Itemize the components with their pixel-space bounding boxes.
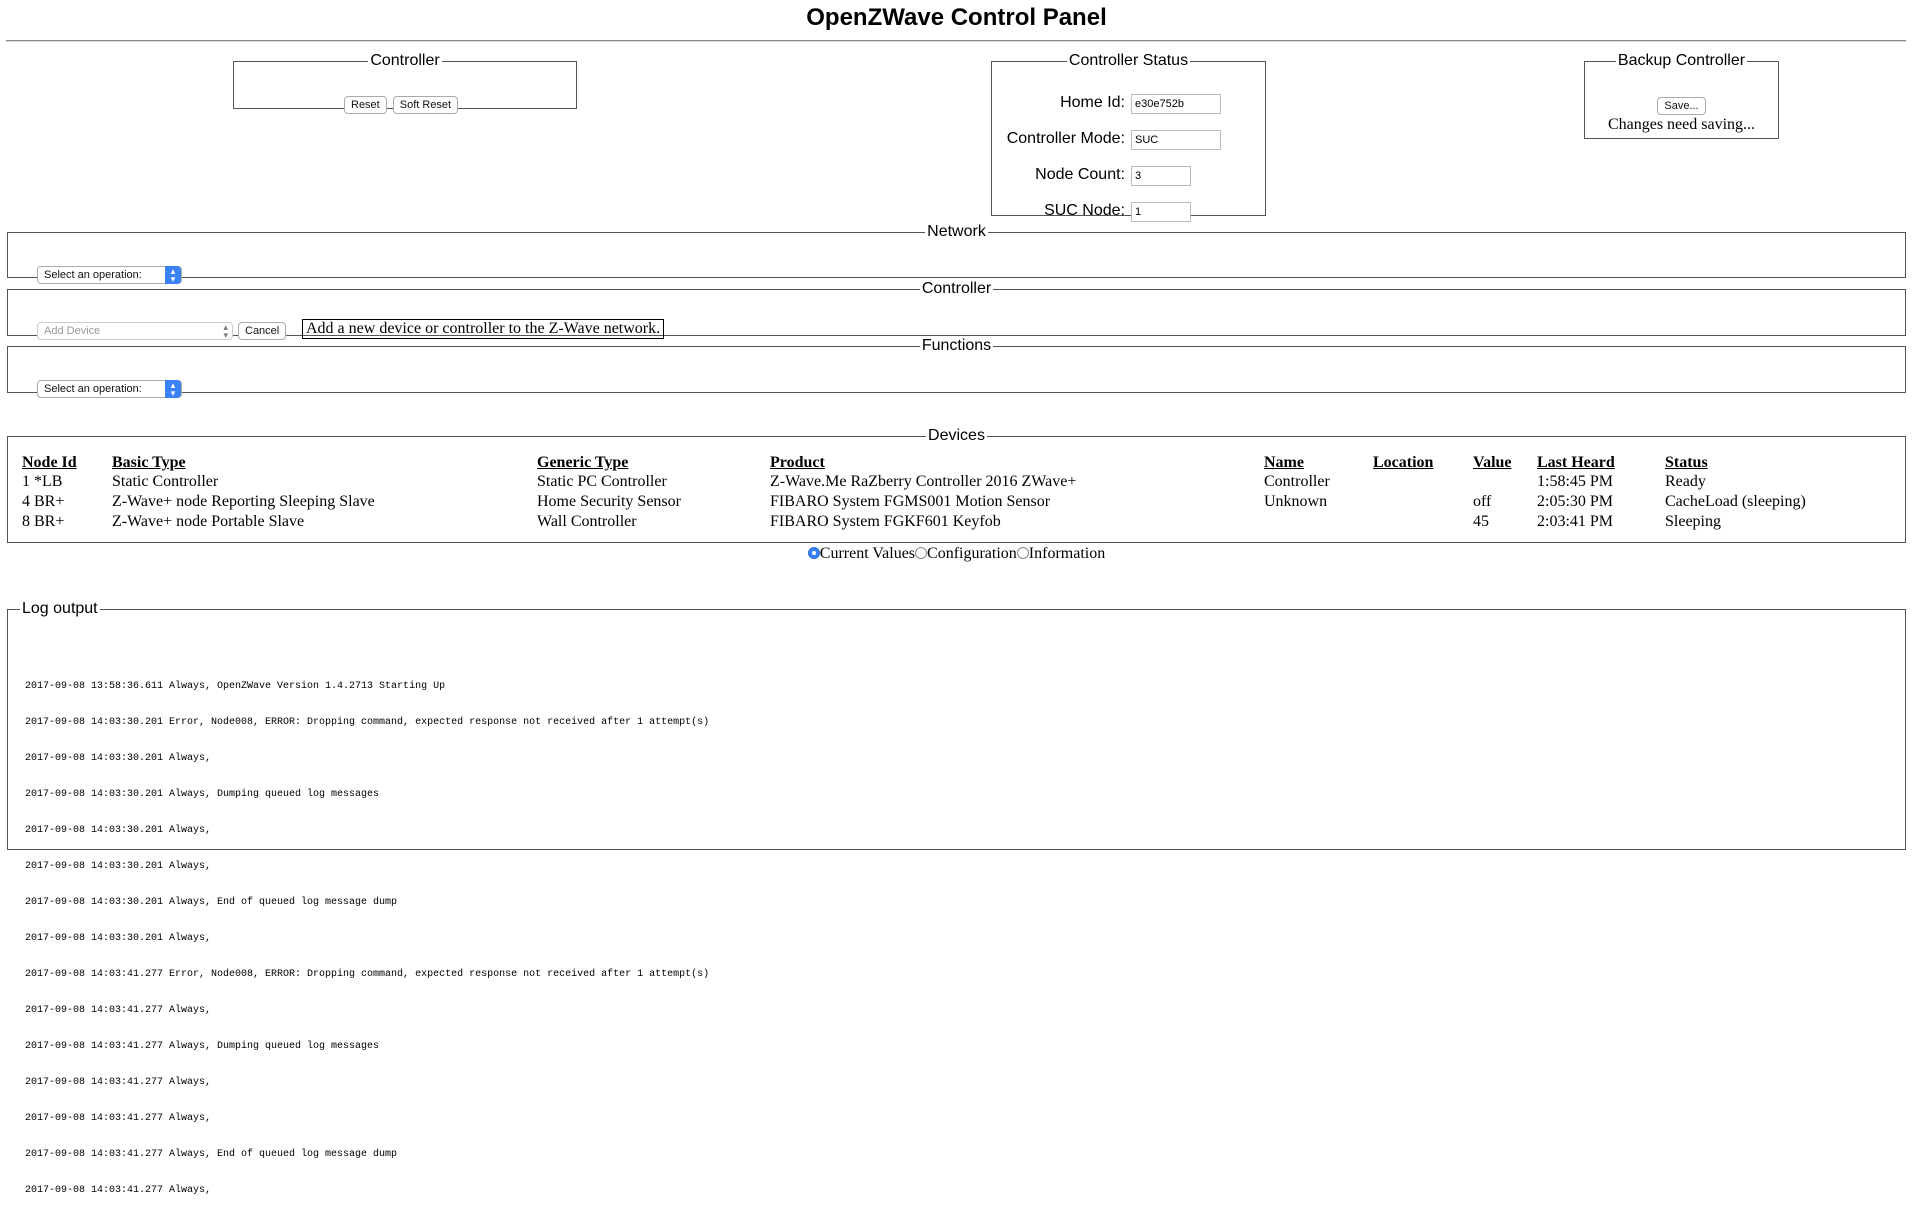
header-generic-type[interactable]: Generic Type (537, 454, 628, 472)
save-button[interactable]: Save... (1657, 97, 1706, 115)
page-title: OpenZWave Control Panel (806, 4, 1107, 31)
radio-unselected-icon[interactable] (1016, 547, 1029, 559)
cell-basic-type: Static Controller (112, 473, 219, 490)
table-row[interactable]: 1 *LB Static Controller Static PC Contro… (0, 473, 1913, 493)
cell-value: off (1473, 493, 1492, 510)
log-line: 2017-09-08 14:03:30.201 Always, (25, 753, 212, 764)
controller-select-value: Add Device (44, 325, 101, 337)
cell-generic-type: Wall Controller (537, 513, 637, 530)
controller-mode-label: Controller Mode: (1006, 130, 1125, 147)
log-line: 2017-09-08 14:03:41.277 Always, Dumping … (25, 1041, 380, 1052)
devices-legend: Devices (928, 427, 985, 444)
header-basic-type[interactable]: Basic Type (112, 454, 186, 472)
cell-status: Sleeping (1665, 513, 1721, 530)
network-panel: Network Select an operation: ▴ ▾ (7, 223, 1906, 284)
table-row[interactable]: 8 BR+ Z-Wave+ node Portable Slave Wall C… (0, 513, 1913, 533)
functions-legend: Functions (921, 337, 992, 354)
backup-controller-panel: Backup Controller Save... Changes need s… (1584, 52, 1779, 139)
header-node-id[interactable]: Node Id (22, 454, 77, 472)
cell-last-heard: 2:05:30 PM (1537, 493, 1614, 510)
log-line: 2017-09-08 14:03:41.277 Always, End of q… (25, 1149, 398, 1160)
radio-current-values[interactable]: Current Values (807, 545, 916, 562)
node-count-label: Node Count: (1035, 166, 1125, 183)
controller-panel: Controller Reset Soft Reset (233, 52, 577, 114)
cell-generic-type: Home Security Sensor (537, 493, 681, 510)
radio-unselected-icon[interactable] (915, 547, 928, 559)
cell-basic-type: Z-Wave+ node Portable Slave (112, 513, 305, 530)
controller-operation-description: Add a new device or controller to the Z-… (302, 319, 665, 339)
devices-table: Node Id Basic Type Generic Type Product … (0, 452, 1913, 536)
functions-operation-select[interactable]: Select an operation: ▴ ▾ (37, 380, 182, 398)
header-name[interactable]: Name (1264, 454, 1304, 472)
cell-value: 45 (1473, 513, 1489, 530)
header-value[interactable]: Value (1473, 454, 1512, 472)
cell-name: Unknown (1264, 493, 1328, 510)
cell-basic-type: Z-Wave+ node Reporting Sleeping Slave (112, 493, 375, 510)
cell-status: CacheLoad (sleeping) (1665, 493, 1806, 510)
network-legend: Network (927, 223, 986, 240)
cell-last-heard: 1:58:45 PM (1537, 473, 1614, 490)
header-status[interactable]: Status (1665, 454, 1708, 472)
changes-need-saving-text: Changes need saving... (1607, 116, 1756, 133)
cell-generic-type: Static PC Controller (537, 473, 667, 490)
functions-select-value: Select an operation: (44, 383, 142, 395)
log-line: 2017-09-08 14:03:41.277 Always, (25, 1113, 212, 1124)
radio-label: Information (1028, 545, 1106, 562)
log-line: 2017-09-08 14:03:30.201 Always, End of q… (25, 897, 398, 908)
header-product[interactable]: Product (770, 454, 825, 472)
controller-status-panel: Controller Status Home Id: e30e752b Cont… (991, 52, 1266, 222)
suc-node-field[interactable]: 1 (1131, 202, 1191, 222)
log-line: 2017-09-08 14:03:30.201 Always, (25, 933, 212, 944)
home-id-field[interactable]: e30e752b (1131, 94, 1221, 114)
log-line: 2017-09-08 13:58:36.611 Always, OpenZWav… (25, 681, 446, 692)
cell-node-id: 1 *LB (22, 473, 63, 490)
radio-information[interactable]: Information (1016, 545, 1106, 562)
radio-configuration[interactable]: Configuration (915, 545, 1017, 562)
cell-product: Z-Wave.Me RaZberry Controller 2016 ZWave… (770, 473, 1077, 490)
cell-name: Controller (1264, 473, 1330, 490)
cell-node-id: 4 BR+ (22, 493, 65, 510)
radio-label: Current Values (819, 545, 916, 562)
controller-panel-legend: Controller (370, 52, 440, 69)
reset-button[interactable]: Reset (344, 96, 387, 114)
soft-reset-button[interactable]: Soft Reset (392, 96, 459, 114)
cell-product: FIBARO System FGKF601 Keyfob (770, 513, 1001, 530)
radio-selected-icon[interactable] (807, 547, 820, 559)
title-divider (6, 40, 1906, 42)
cell-product: FIBARO System FGMS001 Motion Sensor (770, 493, 1051, 510)
select-stepper-icon: ▴ ▾ (165, 380, 181, 398)
suc-node-label: SUC Node: (1044, 202, 1125, 219)
log-line: 2017-09-08 14:03:41.277 Always, (25, 1185, 212, 1196)
controller-mode-field[interactable]: SUC (1131, 130, 1221, 150)
log-line: 2017-09-08 14:03:30.201 Always, Dumping … (25, 789, 380, 800)
log-output-panel: Log output 2017-09-08 13:58:36.611 Alway… (7, 600, 1906, 1196)
controller-operations-legend: Controller (921, 280, 992, 297)
home-id-label: Home Id: (1060, 94, 1125, 111)
radio-label: Configuration (927, 545, 1017, 562)
table-row[interactable]: 4 BR+ Z-Wave+ node Reporting Sleeping Sl… (0, 493, 1913, 513)
log-line: 2017-09-08 14:03:30.201 Error, Node008, … (25, 717, 710, 728)
log-text[interactable]: 2017-09-08 13:58:36.611 Always, OpenZWav… (25, 657, 709, 1221)
cell-last-heard: 2:03:41 PM (1537, 513, 1614, 530)
log-line: 2017-09-08 14:03:41.277 Always, (25, 1005, 212, 1016)
backup-controller-legend: Backup Controller (1617, 52, 1746, 69)
log-line: 2017-09-08 14:03:41.277 Always, (25, 1077, 212, 1088)
log-output-legend: Log output (22, 600, 98, 617)
log-line: 2017-09-08 14:03:41.277 Error, Node008, … (25, 969, 710, 980)
cell-node-id: 8 BR+ (22, 513, 65, 530)
log-line: 2017-09-08 14:03:30.201 Always, (25, 861, 212, 872)
view-options: Current Values Configuration Information (0, 545, 1913, 563)
controller-operations-panel: Controller Add Device ▴ ▾ Cancel Add a ne… (7, 280, 1906, 340)
cell-status: Ready (1665, 473, 1706, 490)
header-location[interactable]: Location (1373, 454, 1433, 472)
header-last-heard[interactable]: Last Heard (1537, 454, 1615, 472)
controller-status-legend: Controller Status (1068, 52, 1189, 69)
node-count-field[interactable]: 3 (1131, 166, 1191, 186)
functions-panel: Functions Select an operation: ▴ ▾ (7, 337, 1906, 398)
log-line: 2017-09-08 14:03:30.201 Always, (25, 825, 212, 836)
